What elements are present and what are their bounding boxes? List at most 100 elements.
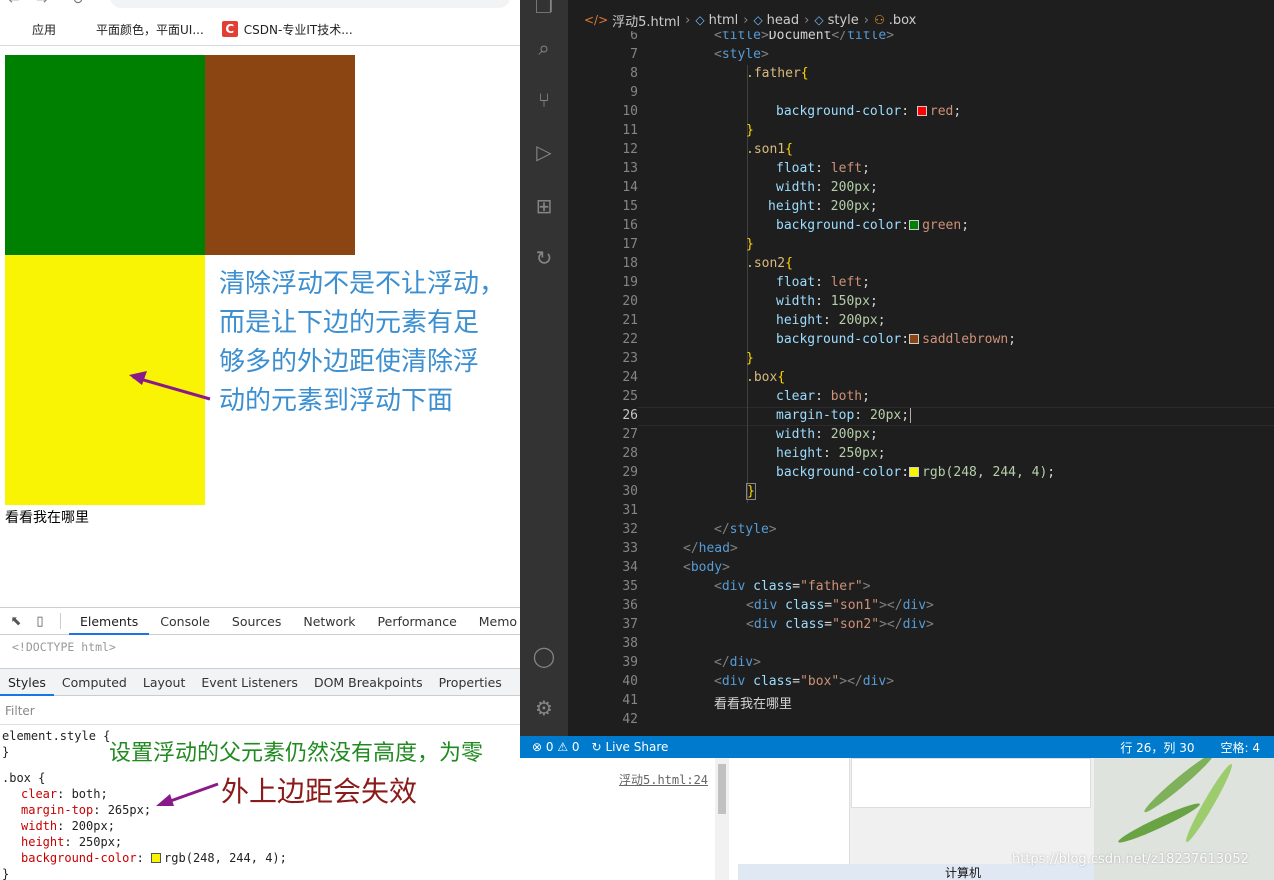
- subtab-computed[interactable]: Computed: [54, 669, 135, 696]
- indentation-status[interactable]: 空格: 4: [1221, 739, 1261, 756]
- gear-icon[interactable]: ⚙: [532, 696, 556, 720]
- background-panel: [851, 758, 1091, 808]
- subtab-dom-breakpoints[interactable]: DOM Breakpoints: [306, 669, 431, 696]
- code-line: height: 200px;: [776, 313, 886, 328]
- code-line: </div>: [714, 655, 761, 670]
- line-number: 37: [622, 617, 638, 632]
- code-editor[interactable]: 6 7 8 9 10 11 12 13 14 15 16 17 18 19 20 21 22 23 24 25 26 27…: [568, 31, 1274, 736]
- selector-icon: ⚇: [873, 13, 885, 27]
- code-line: .father{: [746, 66, 809, 81]
- bookmark-label: 应用: [32, 22, 57, 37]
- rule-close: }: [2, 745, 10, 759]
- computer-label[interactable]: 计算机: [945, 864, 981, 880]
- device-toggle-icon[interactable]: ▯: [32, 613, 48, 629]
- code-line: background-color: red;: [776, 104, 962, 119]
- code-line: }: [746, 483, 756, 500]
- code-line: .box{: [746, 370, 786, 385]
- color-swatch-icon[interactable]: [909, 334, 920, 344]
- css-property[interactable]: background-color: rgb(248, 244, 4);: [21, 851, 287, 867]
- line-number: 16: [622, 218, 638, 233]
- css-property[interactable]: height: 250px;: [21, 835, 122, 851]
- rule-selector[interactable]: .box {: [2, 771, 45, 787]
- tab-sources[interactable]: Sources: [221, 608, 292, 635]
- tab-performance[interactable]: Performance: [367, 608, 468, 635]
- rule-source-link[interactable]: 浮动5.html:24: [619, 771, 708, 788]
- live-share-status[interactable]: ↻ Live Share: [592, 740, 669, 754]
- problems-status[interactable]: ⊗ 0 ⚠ 0: [532, 740, 580, 754]
- address-bar[interactable]: [110, 0, 510, 8]
- line-number: 19: [622, 275, 638, 290]
- dom-html-line[interactable]: [12, 656, 132, 662]
- extensions-icon[interactable]: ⊞: [532, 194, 556, 218]
- breadcrumb-item[interactable]: .box: [889, 13, 917, 28]
- subtab-styles[interactable]: Styles: [0, 669, 54, 696]
- code-line: height: 200px;: [768, 199, 878, 214]
- reload-icon[interactable]: ↻: [72, 0, 84, 8]
- dom-doctype-line[interactable]: <!DOCTYPE html>: [12, 640, 116, 654]
- live-share-icon[interactable]: ↻: [532, 246, 556, 270]
- bookmark-label: CSDN-专业IT技术...: [243, 22, 353, 37]
- line-number: 10: [622, 104, 638, 119]
- explorer-icon[interactable]: ❐: [532, 0, 556, 18]
- page-text: 看看我在哪里: [5, 510, 89, 526]
- code-line: </head>: [683, 541, 738, 556]
- current-line-highlight: [638, 407, 1274, 426]
- html-file-icon: </>: [584, 13, 609, 27]
- code-line: <body>: [683, 560, 730, 575]
- line-number: 22: [622, 332, 638, 347]
- bookmark-apps[interactable]: 应用: [12, 21, 56, 38]
- line-number: 40: [622, 674, 638, 689]
- rule-close: }: [2, 867, 10, 880]
- breadcrumb-item[interactable]: 浮动5.html: [612, 11, 680, 30]
- color-swatch-icon[interactable]: [916, 106, 927, 116]
- code-line: <div class="father">: [714, 579, 871, 594]
- breadcrumb-item[interactable]: head: [767, 13, 799, 28]
- line-number: 20: [622, 294, 638, 309]
- account-icon[interactable]: ◯: [532, 644, 556, 668]
- source-control-icon[interactable]: ⑂: [532, 88, 556, 112]
- annotation-parent-height: 设置浮动的父元素仍然没有高度，为零: [109, 741, 484, 766]
- bookmark-label: 平面颜色，平面UI...: [96, 22, 204, 37]
- activity-bar: ❐ ⌕ ⑂ ▷ ⊞ ↻ ◯ ⚙: [520, 0, 568, 736]
- color-swatch-icon[interactable]: [909, 467, 920, 477]
- background-panel: [738, 758, 850, 864]
- line-number: 12: [622, 142, 638, 157]
- line-number: 38: [622, 636, 638, 651]
- line-number: 6: [630, 31, 638, 43]
- inspect-element-icon[interactable]: ⬉: [8, 613, 24, 629]
- bookmark-flat-colors[interactable]: 平面颜色，平面UI...: [74, 21, 204, 38]
- run-debug-icon[interactable]: ▷: [532, 140, 556, 164]
- code-line: margin-top: 20px;: [776, 408, 912, 423]
- tab-elements[interactable]: Elements: [69, 608, 150, 635]
- line-number: 36: [622, 598, 638, 613]
- code-line: }: [746, 123, 754, 138]
- code-line: <div class="box"></div>: [714, 674, 895, 689]
- styles-filter-input[interactable]: Filter: [5, 704, 35, 718]
- cursor-position-status[interactable]: 行 26，列 30: [1120, 739, 1194, 756]
- forward-icon[interactable]: →: [36, 0, 48, 8]
- annotation-margin-invalid: 外上边距会失效: [221, 775, 418, 808]
- css-property[interactable]: clear: both;: [21, 787, 108, 803]
- divider: [60, 613, 61, 629]
- breadcrumb-item[interactable]: html: [709, 13, 739, 28]
- bookmark-csdn[interactable]: C CSDN-专业IT技术...: [221, 21, 353, 38]
- tab-console[interactable]: Console: [149, 608, 221, 635]
- subtab-properties[interactable]: Properties: [431, 669, 510, 696]
- address-bar-area: ← → ↻: [0, 0, 520, 12]
- subtab-event-listeners[interactable]: Event Listeners: [193, 669, 306, 696]
- tab-network[interactable]: Network: [292, 608, 366, 635]
- line-number: 25: [622, 389, 638, 404]
- code-line: clear: both;: [776, 389, 870, 404]
- back-icon[interactable]: ←: [8, 0, 20, 8]
- css-property[interactable]: margin-top: 265px;: [21, 803, 151, 819]
- breadcrumb-item[interactable]: style: [828, 13, 859, 28]
- search-icon[interactable]: ⌕: [532, 36, 556, 60]
- css-property[interactable]: width: 200px;: [21, 819, 115, 835]
- line-number: 30: [622, 484, 638, 499]
- subtab-layout[interactable]: Layout: [135, 669, 194, 696]
- line-number: 34: [622, 560, 638, 575]
- color-swatch-icon[interactable]: [151, 853, 162, 863]
- styles-scrollbar[interactable]: [715, 758, 729, 880]
- element-style-rule[interactable]: element.style {: [2, 729, 110, 745]
- color-swatch-icon[interactable]: [909, 220, 920, 230]
